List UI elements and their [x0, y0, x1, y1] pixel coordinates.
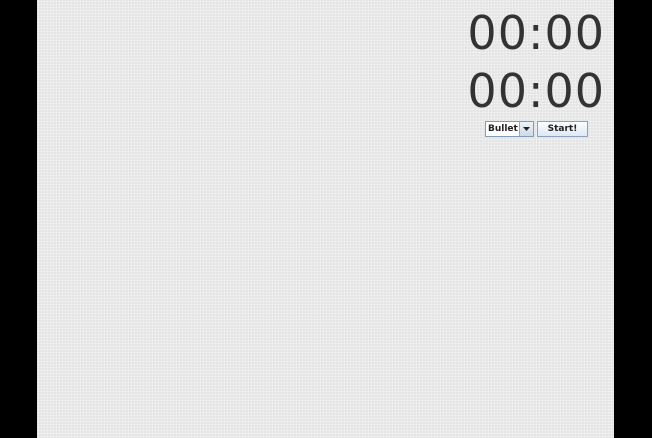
time-control-dropdown[interactable]: Bullet [485, 121, 534, 137]
clock-panel: 00:00 00:00 [455, 4, 605, 120]
start-button[interactable]: Start! [537, 121, 588, 137]
secondary-timer: 00:00 [467, 64, 605, 118]
timer-controls: Bullet Start! [485, 121, 588, 137]
primary-timer: 00:00 [467, 6, 605, 60]
chevron-down-icon[interactable] [519, 122, 533, 136]
time-control-selected: Bullet [488, 124, 518, 134]
app-window: 00:00 00:00 Bullet Start! [37, 0, 614, 438]
